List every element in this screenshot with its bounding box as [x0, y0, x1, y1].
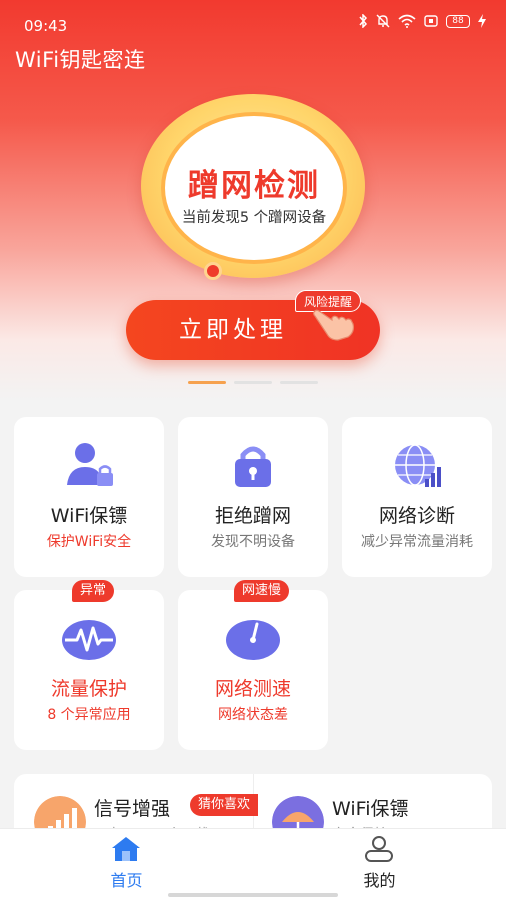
detection-title: 蹭网检测: [188, 168, 320, 204]
status-icons: 88: [358, 14, 486, 28]
pulse-icon: [62, 620, 116, 660]
carousel-pager: [188, 381, 318, 384]
recommend-title: WiFi保镖: [332, 798, 409, 820]
card-network-diagnosis[interactable]: 网络诊断 减少异常流量消耗: [342, 417, 492, 577]
pager-dot-2[interactable]: [234, 381, 272, 384]
card-title: 网络诊断: [378, 505, 455, 527]
slow-network-tag: 网速慢: [234, 580, 290, 602]
pointing-hand-icon: [313, 309, 355, 341]
user-lock-icon: [67, 443, 113, 486]
home-indicator: [168, 893, 338, 897]
card-title: WiFi保镖: [50, 505, 128, 527]
bottom-tab-bar: 首页 我的: [0, 828, 506, 900]
app-title: WiFi钥匙密连: [15, 48, 146, 72]
speedometer-icon: [226, 620, 280, 660]
home-icon: [112, 837, 140, 861]
card-subtitle: 网络状态差: [218, 707, 288, 723]
status-time: 09:43: [24, 17, 68, 35]
ring-progress-dot: [204, 262, 222, 280]
pager-dot-1[interactable]: [188, 381, 226, 384]
card-title: 网络测速: [214, 678, 291, 700]
card-subtitle: 发现不明设备: [211, 534, 295, 550]
card-subtitle: 保护WiFi安全: [46, 534, 132, 550]
guess-you-like-tag: 猜你喜欢: [190, 794, 259, 816]
handle-now-label: 立即处理: [179, 317, 287, 343]
card-traffic-protection[interactable]: 异常 流量保护 8 个异常应用: [14, 580, 164, 750]
screen-record-icon: [424, 15, 438, 27]
profile-icon: [365, 836, 393, 862]
mute-bell-icon: [376, 14, 390, 28]
globe-chart-icon: [395, 444, 441, 487]
padlock-icon: [235, 446, 271, 487]
wifi-icon: [398, 14, 416, 28]
pager-dot-3[interactable]: [280, 381, 318, 384]
anomaly-tag: 异常: [72, 580, 115, 602]
bluetooth-icon: [359, 14, 368, 28]
charging-icon: [478, 14, 486, 28]
tab-home[interactable]: 首页: [0, 829, 253, 900]
battery-indicator: 88: [446, 14, 470, 28]
status-bar: 09:43 88: [0, 0, 506, 46]
tab-mine-label: 我的: [363, 871, 396, 890]
card-title: 拒绝蹭网: [214, 505, 291, 527]
tab-mine[interactable]: 我的: [253, 829, 506, 900]
card-subtitle: 8 个异常应用: [47, 707, 131, 723]
recommend-title: 信号增强: [94, 798, 171, 820]
card-title: 流量保护: [50, 678, 127, 700]
card-speed-test[interactable]: 网速慢 网络测速 网络状态差: [178, 580, 328, 750]
detection-subtitle: 当前发现5 个蹭网设备: [181, 210, 327, 226]
card-block-freeloaders[interactable]: 拒绝蹭网 发现不明设备: [178, 417, 328, 577]
card-wifi-guard[interactable]: WiFi保镖 保护WiFi安全: [14, 417, 164, 577]
tab-home-label: 首页: [110, 871, 143, 890]
card-subtitle: 减少异常流量消耗: [361, 534, 473, 550]
